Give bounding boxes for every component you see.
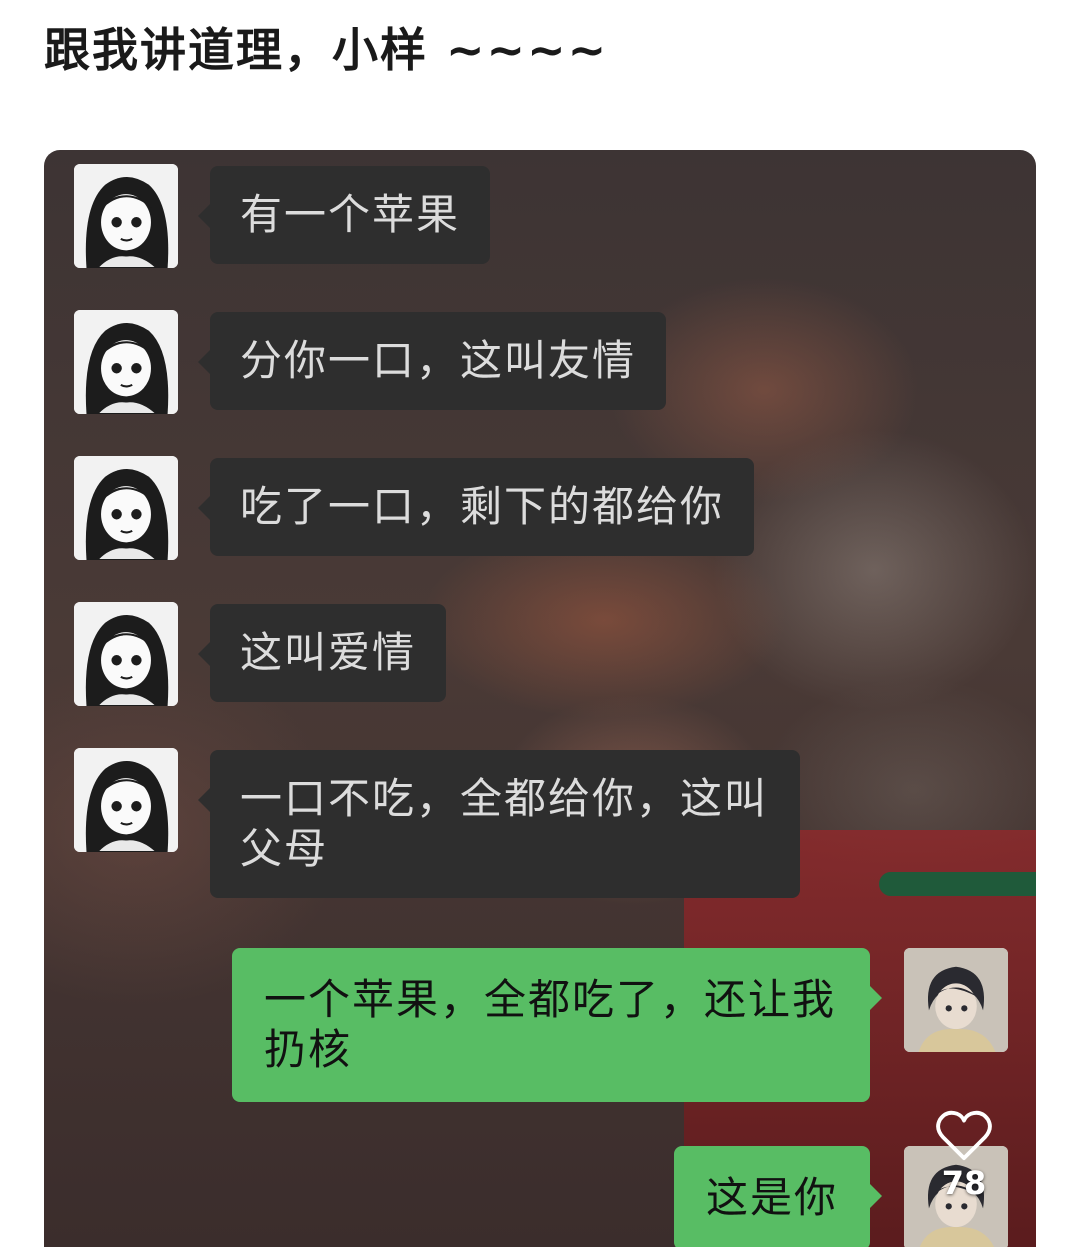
message-bubble[interactable]: 有一个苹果 [197,166,491,264]
heart-icon [936,1110,992,1161]
like-button[interactable]: 78 [929,1110,999,1202]
girl-avatar-icon [74,602,178,706]
self-avatar[interactable] [904,948,1008,1052]
girl-avatar-icon [74,310,178,414]
girl-avatar-icon [74,164,178,268]
message-bubble-self[interactable]: 一个苹果，全都吃了，还让我扔核 [232,948,882,1102]
message-bubble-self[interactable]: 这是你 [674,1146,883,1247]
other-avatar[interactable] [74,602,178,706]
like-count: 78 [941,1164,987,1202]
girl-avatar-icon [74,748,178,852]
boy-avatar-icon [904,948,1008,1052]
post-title: 跟我讲道理，小样 ~~~~ [44,23,609,77]
message-bubble[interactable]: 分你一口，这叫友情 [197,312,667,410]
other-avatar[interactable] [74,748,178,852]
other-avatar[interactable] [74,310,178,414]
message-bubble[interactable]: 一口不吃，全都给你，这叫父母 [198,750,800,898]
other-avatar[interactable] [74,164,178,268]
other-avatar[interactable] [74,456,178,560]
girl-avatar-icon [74,456,178,560]
message-bubble[interactable]: 这叫爱情 [197,604,447,702]
background-green-stripe [879,872,1036,896]
message-bubble[interactable]: 吃了一口，剩下的都给你 [197,458,755,556]
chat-screenshot: 有一个苹果 分你一口，这叫友情 吃了一口，剩下的都给你 这叫爱情 一口不吃，全都… [44,150,1036,1247]
